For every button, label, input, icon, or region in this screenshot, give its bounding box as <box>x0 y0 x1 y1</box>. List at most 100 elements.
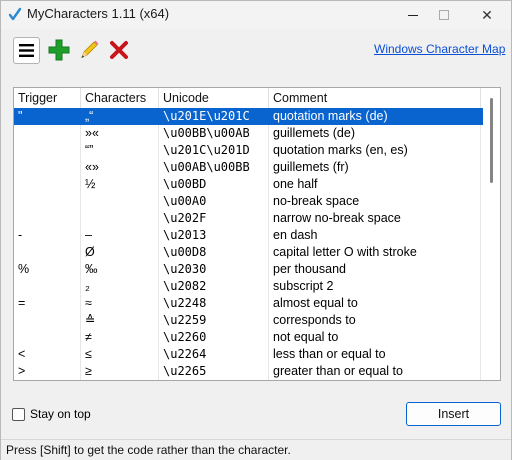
cell-comment: guillemets (de) <box>269 125 481 142</box>
cell-characters: ≙ <box>81 312 159 329</box>
delete-button[interactable] <box>106 37 132 63</box>
cell-trigger: % <box>14 261 81 278</box>
cell-trigger <box>14 176 81 193</box>
window-title: MyCharacters 1.11 (x64) <box>27 6 170 21</box>
cell-trigger: - <box>14 227 81 244</box>
scroll-thumb[interactable] <box>490 98 493 183</box>
stay-on-top-label: Stay on top <box>30 407 91 421</box>
table-row[interactable]: »« \u00BB\u00AB guillemets (de) <box>14 125 484 142</box>
cell-characters: «» <box>81 159 159 176</box>
cell-trigger <box>14 210 81 227</box>
edit-button[interactable] <box>76 37 102 63</box>
hamburger-icon <box>19 44 34 57</box>
cell-trigger <box>14 329 81 346</box>
cell-comment: quotation marks (en, es) <box>269 142 481 159</box>
cell-comment: corresponds to <box>269 312 481 329</box>
cell-comment: almost equal to <box>269 295 481 312</box>
cell-trigger: " <box>14 108 81 125</box>
table-row[interactable]: < ≤ \u2264 less than or equal to <box>14 346 484 363</box>
cell-trigger <box>14 193 81 210</box>
cell-unicode: \u2248 <box>159 295 269 312</box>
cell-characters: »« <box>81 125 159 142</box>
cell-unicode: \u00AB\u00BB <box>159 159 269 176</box>
table-row[interactable]: Ø \u00D8 capital letter O with stroke <box>14 244 484 261</box>
header-trigger[interactable]: Trigger <box>14 88 81 108</box>
cell-unicode: \u2264 <box>159 346 269 363</box>
table-header: Trigger Characters Unicode Comment <box>14 88 484 108</box>
cell-comment: per thousand <box>269 261 481 278</box>
table-row[interactable]: = ≈ \u2248 almost equal to <box>14 295 484 312</box>
cell-trigger: > <box>14 363 81 380</box>
add-button[interactable] <box>46 37 72 63</box>
table-row[interactable]: ≠ \u2260 not equal to <box>14 329 484 346</box>
cell-comment: narrow no-break space <box>269 210 481 227</box>
cell-comment: not equal to <box>269 329 481 346</box>
characters-table[interactable]: Trigger Characters Unicode Comment " „“ \u… <box>13 87 501 381</box>
table-row[interactable]: ½ \u00BD one half <box>14 176 484 193</box>
cell-unicode: \u2013 <box>159 227 269 244</box>
vertical-scrollbar[interactable] <box>483 88 500 380</box>
cell-comment: less than or equal to <box>269 346 481 363</box>
cell-trigger: = <box>14 295 81 312</box>
maximize-button[interactable] <box>424 1 464 29</box>
cell-comment: quotation marks (de) <box>269 108 481 125</box>
x-icon <box>110 41 128 59</box>
table-row[interactable]: \u00A0 no-break space <box>14 193 484 210</box>
cell-characters: ≤ <box>81 346 159 363</box>
cell-characters: „“ <box>81 108 159 125</box>
cell-unicode: \u2259 <box>159 312 269 329</box>
maximize-icon <box>439 10 449 20</box>
table-row[interactable]: > ≥ \u2265 greater than or equal to <box>14 363 484 380</box>
cell-comment: guillemets (fr) <box>269 159 481 176</box>
table-row[interactable]: ≙ \u2259 corresponds to <box>14 312 484 329</box>
cell-unicode: \u2030 <box>159 261 269 278</box>
cell-trigger <box>14 244 81 261</box>
table-row[interactable]: “” \u201C\u201D quotation marks (en, es) <box>14 142 484 159</box>
cell-unicode: \u00A0 <box>159 193 269 210</box>
cell-comment: one half <box>269 176 481 193</box>
cell-characters: ‰ <box>81 261 159 278</box>
header-unicode[interactable]: Unicode <box>159 88 269 108</box>
table-row[interactable]: \u202F narrow no-break space <box>14 210 484 227</box>
title-bar[interactable]: MyCharacters 1.11 (x64) ✕ <box>1 1 511 29</box>
windows-character-map-link[interactable]: Windows Character Map <box>374 42 505 56</box>
cell-characters: “” <box>81 142 159 159</box>
cell-trigger <box>14 278 81 295</box>
cell-characters: – <box>81 227 159 244</box>
cell-unicode: \u00D8 <box>159 244 269 261</box>
cell-comment: no-break space <box>269 193 481 210</box>
pencil-icon <box>81 40 99 58</box>
cell-comment: greater than or equal to <box>269 363 481 380</box>
cell-characters <box>81 193 159 210</box>
stay-on-top-option[interactable]: Stay on top <box>12 407 91 421</box>
cell-characters: ½ <box>81 176 159 193</box>
status-bar: Press [Shift] to get the code rather tha… <box>1 439 511 460</box>
header-characters[interactable]: Characters <box>81 88 159 108</box>
checkmark-app-icon <box>8 7 22 21</box>
close-button[interactable]: ✕ <box>467 1 507 29</box>
table-row[interactable]: % ‰ \u2030 per thousand <box>14 261 484 278</box>
cell-unicode: \u2260 <box>159 329 269 346</box>
cell-unicode: \u201E\u201C <box>159 108 269 125</box>
table-row[interactable]: ₂ \u2082 subscript 2 <box>14 278 484 295</box>
close-icon: ✕ <box>481 6 493 23</box>
cell-characters <box>81 210 159 227</box>
cell-comment: subscript 2 <box>269 278 481 295</box>
cell-characters: ≈ <box>81 295 159 312</box>
cell-trigger <box>14 159 81 176</box>
table-row[interactable]: «» \u00AB\u00BB guillemets (fr) <box>14 159 484 176</box>
cell-comment: en dash <box>269 227 481 244</box>
cell-unicode: \u00BB\u00AB <box>159 125 269 142</box>
cell-trigger <box>14 125 81 142</box>
stay-on-top-checkbox[interactable] <box>12 407 25 421</box>
cell-comment: capital letter O with stroke <box>269 244 481 261</box>
table-body: " „“ \u201E\u201C quotation marks (de) »« \u0… <box>14 108 484 380</box>
menu-button[interactable] <box>13 37 40 64</box>
cell-characters: ≠ <box>81 329 159 346</box>
plus-icon <box>48 39 70 61</box>
header-comment[interactable]: Comment <box>269 88 481 108</box>
insert-button[interactable]: Insert <box>406 402 501 426</box>
table-row[interactable]: - – \u2013 en dash <box>14 227 484 244</box>
table-row[interactable]: " „“ \u201E\u201C quotation marks (de) <box>14 108 484 125</box>
app-window: MyCharacters 1.11 (x64) ✕ Windows Charac… <box>0 0 512 460</box>
